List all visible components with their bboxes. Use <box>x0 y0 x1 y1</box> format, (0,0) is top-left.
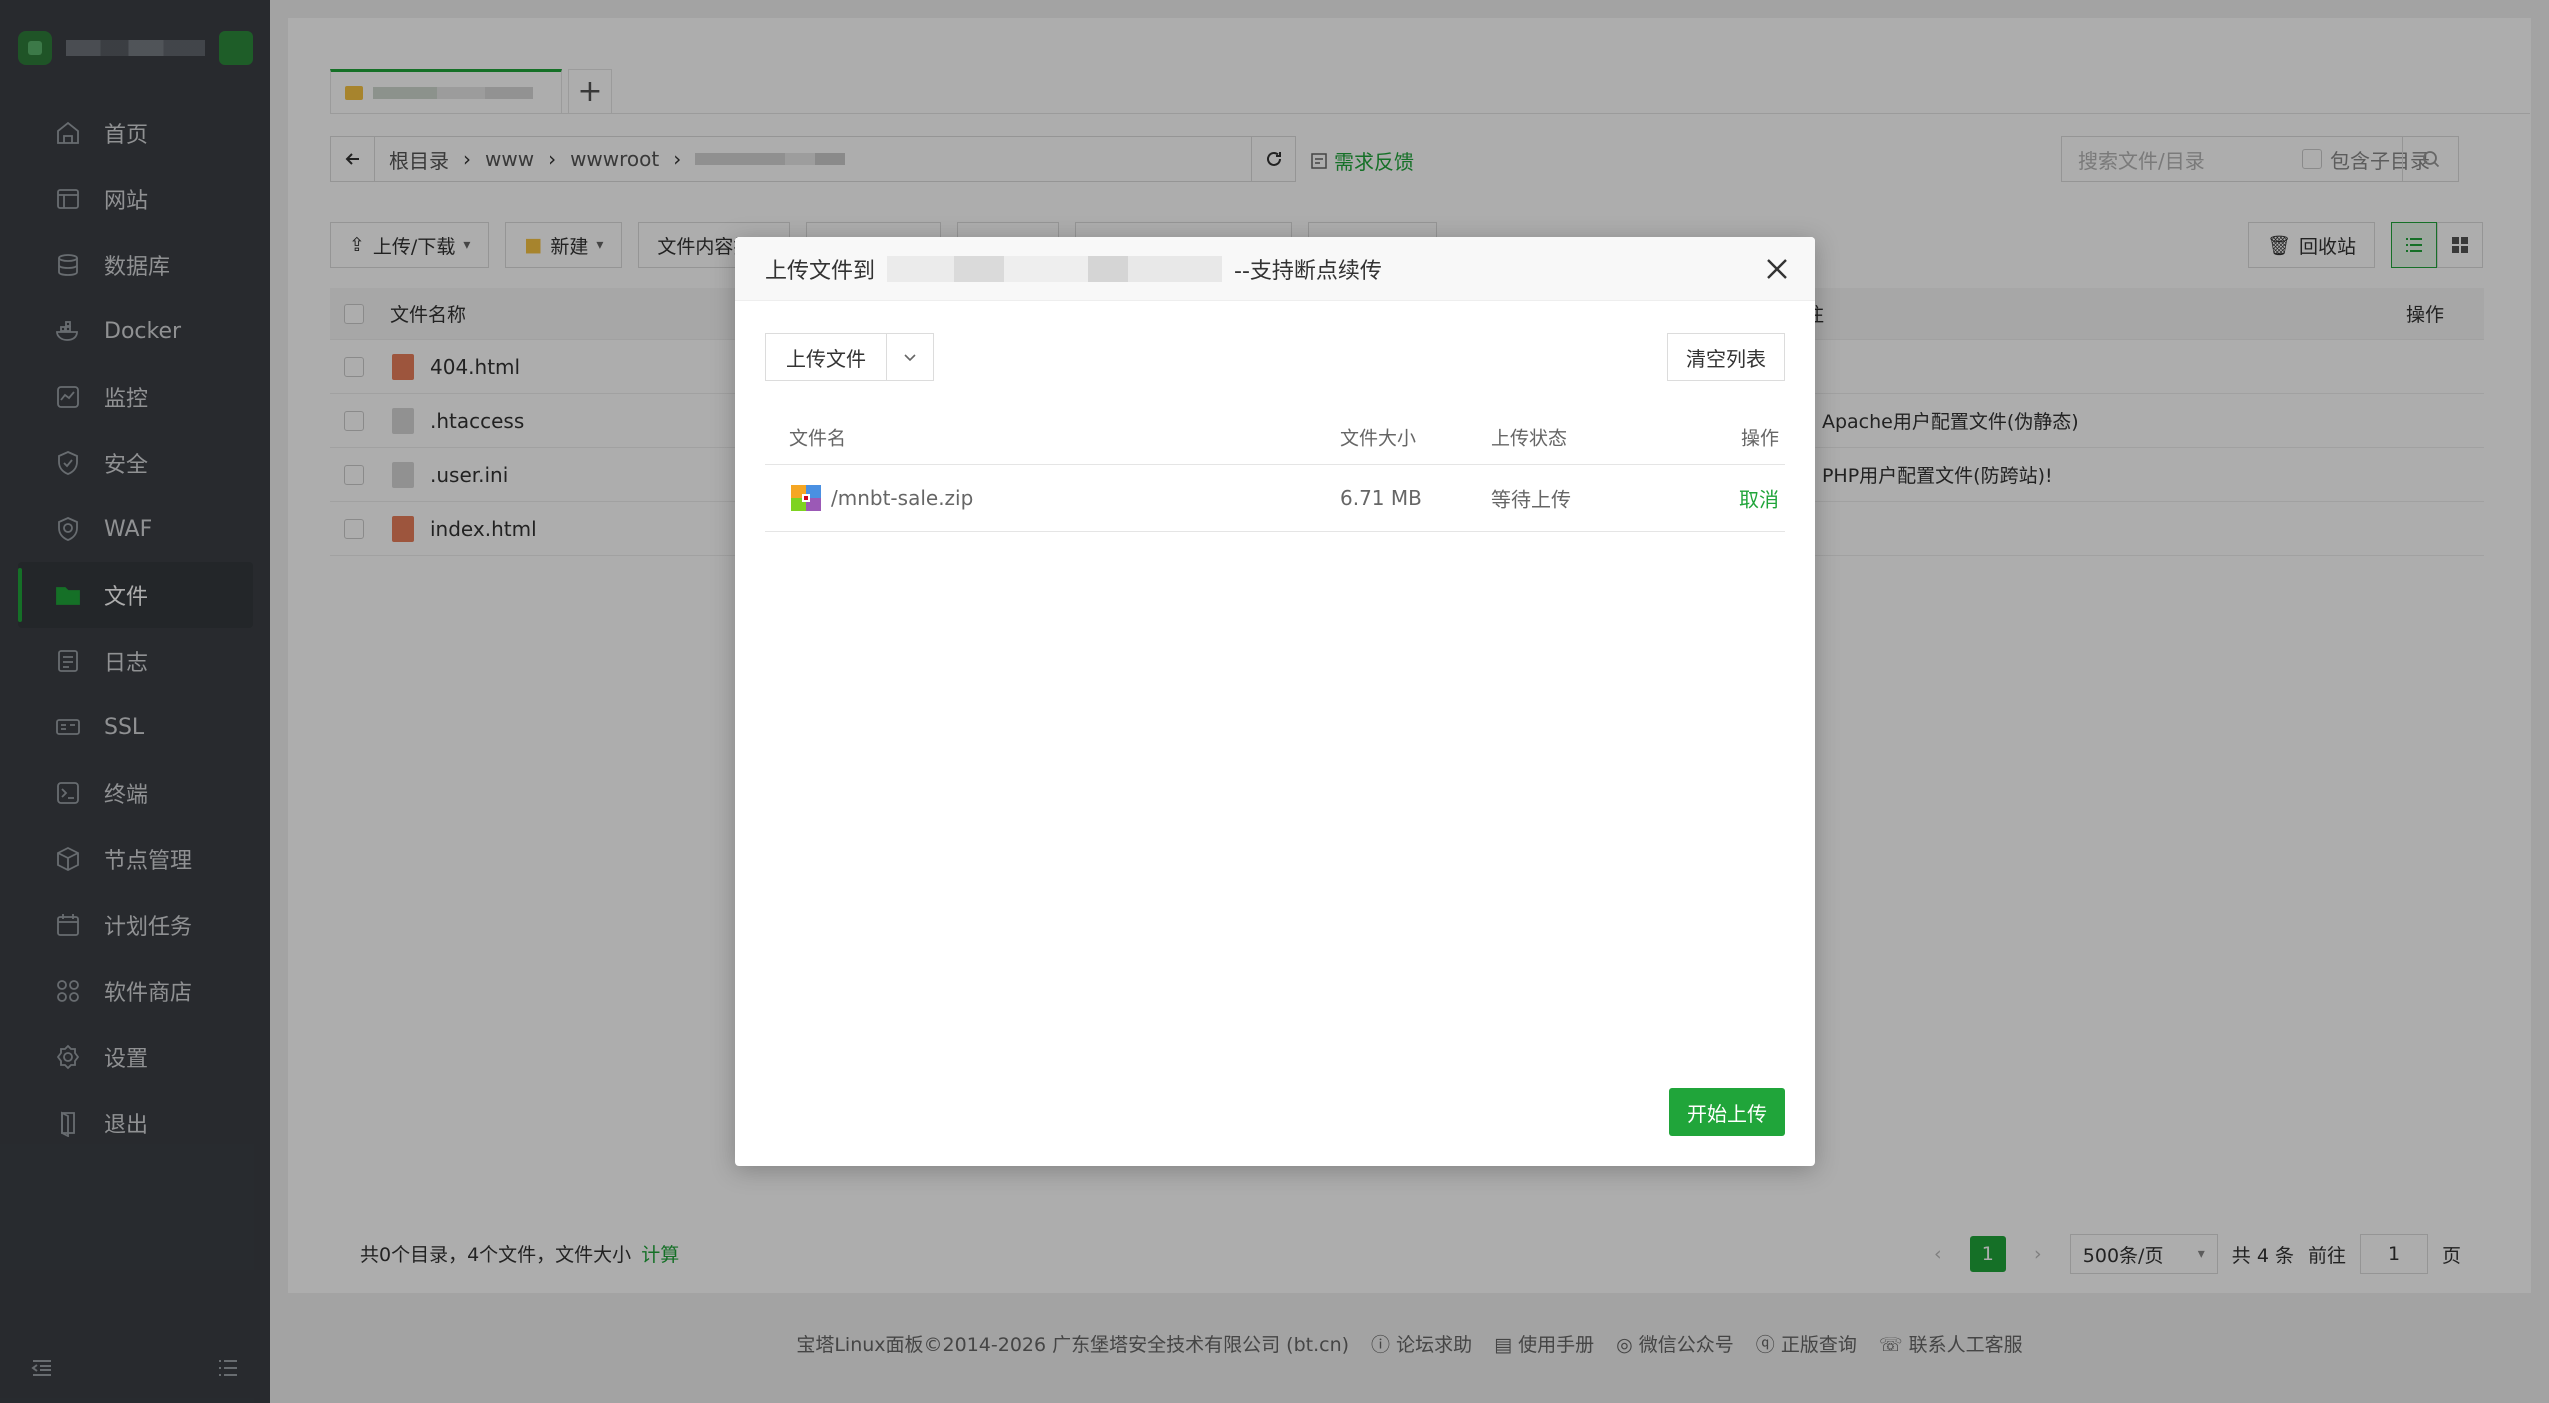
title-suffix: --支持断点续传 <box>1234 258 1382 284</box>
upload-file-size: 6.71 MB <box>1340 486 1422 510</box>
start-upload-button[interactable]: 开始上传 <box>1669 1088 1785 1136</box>
clear-list-button[interactable]: 清空列表 <box>1667 333 1785 381</box>
upload-dialog: 上传文件到 --支持断点续传 上传文件 清空列表 文件名 文件大小 上传状态 操… <box>735 237 1815 1166</box>
cancel-upload-link[interactable]: 取消 <box>1739 484 1779 513</box>
col-filename: 文件名 <box>789 427 847 449</box>
zip-file-icon <box>791 485 821 511</box>
close-icon[interactable] <box>1763 255 1791 283</box>
upload-file-button[interactable]: 上传文件 <box>766 334 887 380</box>
chevron-down-icon <box>904 354 916 362</box>
col-operation: 操作 <box>1740 427 1779 449</box>
target-path-blurred <box>887 255 1223 282</box>
title-prefix: 上传文件到 <box>765 258 876 284</box>
upload-file-name: /mnbt-sale.zip <box>831 486 974 510</box>
upload-file-button-group: 上传文件 <box>765 333 934 381</box>
col-upload-status: 上传状态 <box>1491 427 1568 449</box>
dialog-title: 上传文件到 --支持断点续传 <box>735 237 1815 301</box>
upload-table-header: 文件名 文件大小 上传状态 操作 <box>765 409 1785 465</box>
upload-file-status: 等待上传 <box>1491 487 1571 512</box>
upload-file-row: /mnbt-sale.zip 6.71 MB 等待上传 取消 <box>765 465 1785 532</box>
upload-dropdown-button[interactable] <box>887 349 933 365</box>
col-filesize: 文件大小 <box>1340 427 1417 449</box>
